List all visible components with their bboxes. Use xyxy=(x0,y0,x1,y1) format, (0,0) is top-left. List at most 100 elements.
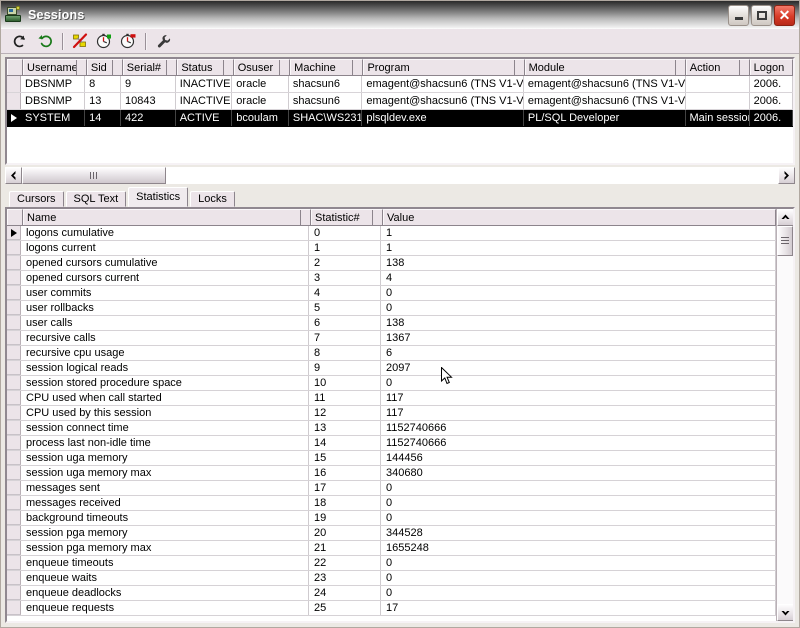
cell-statistic-name: session pga memory xyxy=(21,526,309,540)
vscroll-thumb[interactable] xyxy=(777,226,793,256)
column-resize-grip[interactable] xyxy=(166,60,177,75)
hscroll-track[interactable] xyxy=(166,167,778,184)
column-header-osuser[interactable]: Osuser xyxy=(233,59,291,75)
statistics-row[interactable]: user calls 6 138 xyxy=(7,316,776,331)
statistics-grid[interactable]: Name Statistic# Value logons cumulative 0… xyxy=(7,209,776,621)
statistics-row[interactable]: recursive cpu usage 8 6 xyxy=(7,346,776,361)
cell-statistic-number: 12 xyxy=(309,406,381,420)
row-indicator xyxy=(7,331,21,345)
cell-statistic-name: enqueue deadlocks xyxy=(21,586,309,600)
sessions-hscrollbar[interactable] xyxy=(5,167,795,184)
auto-refresh-on-icon[interactable] xyxy=(92,30,116,52)
hscroll-thumb[interactable] xyxy=(22,167,166,184)
statistics-row[interactable]: enqueue deadlocks 24 0 xyxy=(7,586,776,601)
cell-sid: 14 xyxy=(85,110,122,126)
cell-statistic-number: 17 xyxy=(309,481,381,495)
statistics-row[interactable]: session stored procedure space 10 0 xyxy=(7,376,776,391)
statistics-row[interactable]: session pga memory max 21 1655248 xyxy=(7,541,776,556)
statistics-vscrollbar[interactable] xyxy=(776,209,793,621)
scroll-down-button[interactable] xyxy=(777,604,793,621)
statistics-panel[interactable]: Name Statistic# Value logons cumulative 0… xyxy=(5,207,795,623)
statistics-grid-body[interactable]: logons cumulative 0 1 logons current 1 1 opene… xyxy=(7,226,776,621)
tab-cursors[interactable]: Cursors xyxy=(9,191,64,207)
statistics-row[interactable]: logons current 1 1 xyxy=(7,241,776,256)
auto-refresh-off-icon[interactable] xyxy=(116,30,140,52)
tab-label: Locks xyxy=(198,193,227,205)
cell-action xyxy=(686,93,750,109)
column-resize-grip[interactable] xyxy=(674,60,685,75)
column-header-username[interactable]: Username xyxy=(23,59,87,75)
scroll-up-button[interactable] xyxy=(777,209,793,226)
vscroll-track[interactable] xyxy=(777,256,793,604)
tab-statistics[interactable]: Statistics xyxy=(128,187,189,207)
column-header-name[interactable]: Name xyxy=(23,209,311,225)
statistics-row[interactable]: user rollbacks 5 0 xyxy=(7,301,776,316)
column-header-machine[interactable]: Machine xyxy=(290,59,364,75)
statistics-row[interactable]: CPU used by this session 12 117 xyxy=(7,406,776,421)
statistics-row[interactable]: session pga memory 20 344528 xyxy=(7,526,776,541)
statistics-row[interactable]: enqueue requests 25 17 xyxy=(7,601,776,616)
table-row[interactable]: DBSNMP 13 10843 INACTIVE oracle shacsun6… xyxy=(7,93,793,110)
column-resize-grip[interactable] xyxy=(75,60,86,75)
statistics-row[interactable]: opened cursors current 3 4 xyxy=(7,271,776,286)
preferences-icon[interactable] xyxy=(151,30,175,52)
cell-statistic-name: opened cursors cumulative xyxy=(21,256,309,270)
column-header-action[interactable]: Action xyxy=(685,59,750,75)
column-header-status[interactable]: Status xyxy=(177,59,234,75)
column-header-value[interactable]: Value xyxy=(383,209,776,225)
close-button[interactable]: ✕ xyxy=(774,4,795,26)
table-row-selected[interactable]: SYSTEM 14 422 ACTIVE bcoulam SHAC\WS231 … xyxy=(7,110,793,127)
scroll-left-button[interactable] xyxy=(5,167,22,184)
cell-statistic-value: 0 xyxy=(381,586,776,600)
column-resize-grip[interactable] xyxy=(111,60,122,75)
column-header-statistic[interactable]: Statistic# xyxy=(311,209,383,225)
tab-sql-text[interactable]: SQL Text xyxy=(65,191,127,207)
statistics-row[interactable]: session uga memory 15 144456 xyxy=(7,451,776,466)
column-resize-grip[interactable] xyxy=(300,210,310,225)
cell-statistic-value: 2097 xyxy=(381,361,776,375)
column-resize-grip[interactable] xyxy=(352,60,363,75)
table-row[interactable]: DBSNMP 8 9 INACTIVE oracle shacsun6 emag… xyxy=(7,76,793,93)
cell-statistic-value: 1152740666 xyxy=(381,421,776,435)
minimize-button[interactable] xyxy=(728,4,749,26)
scroll-right-button[interactable] xyxy=(778,167,795,184)
cell-statistic-value: 117 xyxy=(381,406,776,420)
statistics-row[interactable]: messages sent 17 0 xyxy=(7,481,776,496)
column-resize-grip[interactable] xyxy=(513,60,524,75)
column-resize-grip[interactable] xyxy=(222,60,233,75)
statistics-row-current[interactable]: logons cumulative 0 1 xyxy=(7,226,776,241)
statistics-row[interactable]: background timeouts 19 0 xyxy=(7,511,776,526)
cell-statistic-value: 1655248 xyxy=(381,541,776,555)
sessions-grid-body[interactable]: DBSNMP 8 9 INACTIVE oracle shacsun6 emag… xyxy=(7,76,793,163)
column-header-logon[interactable]: Logon xyxy=(749,59,793,75)
statistics-row[interactable]: process last non-idle time 14 1152740666 xyxy=(7,436,776,451)
refresh-icon[interactable] xyxy=(33,30,57,52)
kill-session-icon[interactable] xyxy=(68,30,92,52)
statistics-row[interactable]: recursive calls 7 1367 xyxy=(7,331,776,346)
column-header-module[interactable]: Module xyxy=(524,59,686,75)
statistics-row[interactable]: session logical reads 9 2097 xyxy=(7,361,776,376)
statistics-row[interactable]: user commits 4 0 xyxy=(7,286,776,301)
statistics-row[interactable]: session uga memory max 16 340680 xyxy=(7,466,776,481)
column-header-serial[interactable]: Serial# xyxy=(122,59,178,75)
maximize-button[interactable] xyxy=(751,4,772,26)
statistics-row[interactable]: enqueue timeouts 22 0 xyxy=(7,556,776,571)
column-resize-grip[interactable] xyxy=(738,60,749,75)
tab-locks[interactable]: Locks xyxy=(190,191,235,207)
refresh-back-icon[interactable] xyxy=(9,30,33,52)
column-header-program[interactable]: Program xyxy=(363,59,525,75)
statistics-row[interactable]: messages received 18 0 xyxy=(7,496,776,511)
column-header-sid[interactable]: Sid xyxy=(86,59,123,75)
sessions-grid[interactable]: Username Sid Serial# Status Osuser Machi… xyxy=(5,57,795,165)
cell-statistic-value: 1367 xyxy=(381,331,776,345)
minimize-icon xyxy=(734,16,743,20)
row-indicator xyxy=(7,376,21,390)
column-resize-grip[interactable] xyxy=(279,60,290,75)
statistics-row[interactable]: enqueue waits 23 0 xyxy=(7,571,776,586)
statistics-row[interactable]: session connect time 13 1152740666 xyxy=(7,421,776,436)
column-resize-grip[interactable] xyxy=(372,210,382,225)
window-titlebar[interactable]: Sessions ✕ xyxy=(1,1,799,29)
cell-module: PL/SQL Developer xyxy=(524,110,686,126)
statistics-row[interactable]: CPU used when call started 11 117 xyxy=(7,391,776,406)
statistics-row[interactable]: opened cursors cumulative 2 138 xyxy=(7,256,776,271)
